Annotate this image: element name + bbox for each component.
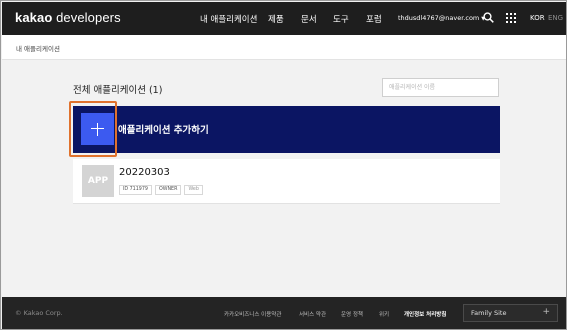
top-header: kakao developers 내 애플리케이션 제품 문서 도구 포럼 th…: [2, 2, 566, 35]
footer-link-wiki[interactable]: 위키: [379, 310, 389, 318]
logo[interactable]: kakao developers: [15, 10, 121, 25]
footer: © Kakao Corp. 카카오비즈니스 이용약관 서비스 약관 운영 정책 …: [2, 297, 566, 329]
nav-my-applications[interactable]: 내 애플리케이션: [200, 13, 257, 25]
main-content: 전체 애플리케이션 (1) APP 20220303 ID 711979 OWN…: [2, 60, 566, 297]
app-name[interactable]: 20220303: [119, 167, 170, 178]
app-list-item[interactable]: APP 20220303 ID 711979 OWNER Web: [73, 159, 500, 204]
page-title: 전체 애플리케이션 (1): [73, 85, 163, 96]
account-menu[interactable]: thdusdl4767@naver.com ▼: [398, 14, 485, 22]
nav-products[interactable]: 제품: [268, 13, 284, 25]
page-frame: kakao developers 내 애플리케이션 제품 문서 도구 포럼 th…: [0, 0, 567, 330]
app-tags: ID 711979 OWNER Web: [119, 185, 203, 195]
grid-icon[interactable]: [506, 13, 516, 23]
account-email: thdusdl4767@naver.com: [398, 14, 480, 22]
lang-kor[interactable]: KOR: [530, 14, 545, 22]
nav-tools[interactable]: 도구: [333, 13, 349, 25]
footer-link-privacy[interactable]: 개인정보 처리방침: [404, 310, 446, 318]
logo-product: developers: [56, 10, 121, 25]
app-thumbnail: APP: [82, 165, 114, 197]
breadcrumb-current: 내 애플리케이션: [16, 45, 60, 53]
role-badge: OWNER: [154, 185, 182, 195]
nav-forum[interactable]: 포럼: [366, 13, 382, 25]
family-site-label: Family Site: [471, 309, 507, 317]
family-site-select[interactable]: Family Site +: [463, 304, 558, 322]
footer-link-business-terms[interactable]: 카카오비즈니스 이용약관: [224, 310, 281, 318]
footer-link-service-terms[interactable]: 서비스 약관: [299, 310, 326, 318]
footer-link-operation-policy[interactable]: 운영 정책: [341, 310, 363, 318]
lang-eng[interactable]: ENG: [548, 14, 563, 22]
add-application-label[interactable]: 애플리케이션 추가하기: [118, 122, 209, 136]
breadcrumb: 내 애플리케이션: [2, 35, 566, 60]
platform-badge: Web: [184, 185, 203, 195]
copyright: © Kakao Corp.: [15, 309, 63, 317]
nav-docs[interactable]: 문서: [301, 13, 317, 25]
add-button-highlight: [69, 101, 117, 157]
app-id-badge: ID 711979: [119, 185, 152, 195]
app-search-input[interactable]: [382, 78, 499, 97]
plus-icon: +: [542, 307, 550, 317]
logo-brand: kakao: [15, 10, 53, 25]
search-icon[interactable]: [483, 12, 494, 23]
